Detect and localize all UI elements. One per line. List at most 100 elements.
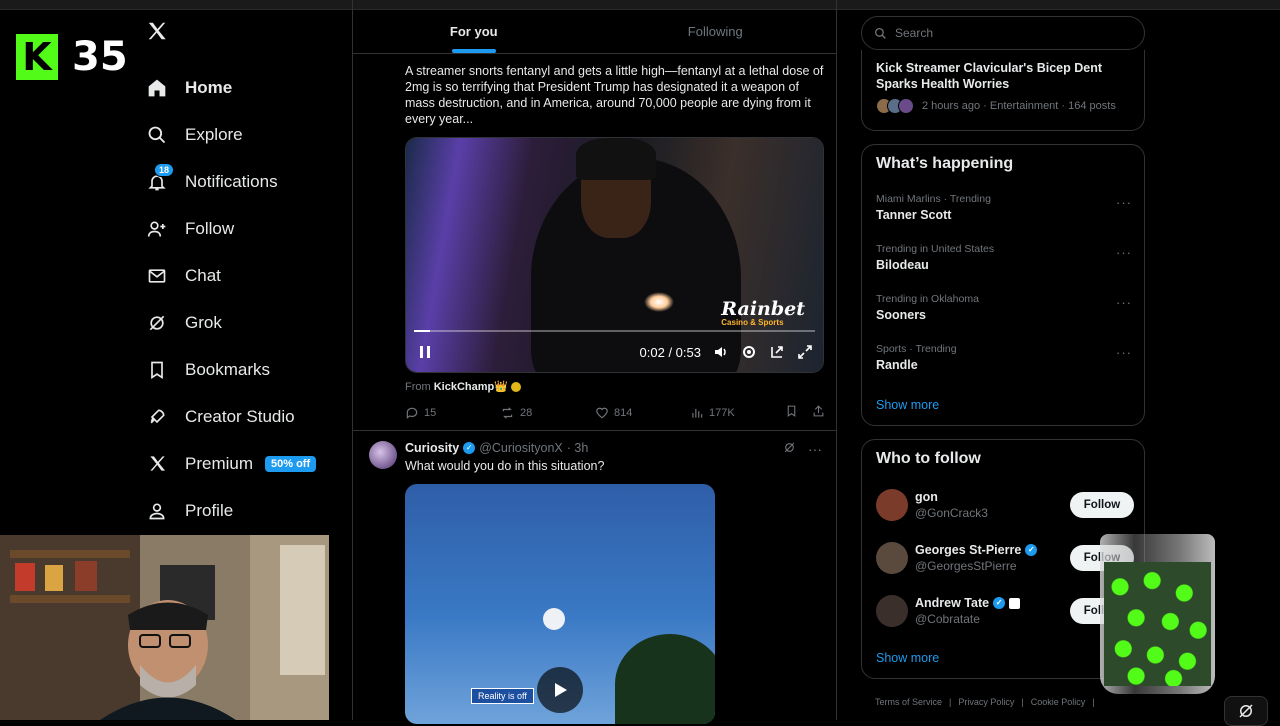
author-handle[interactable]: @CuriosityonX <box>479 441 563 455</box>
video-player[interactable]: Rainbet Casino & Sports 0:02 / 0:53 <box>405 137 824 373</box>
follow-button[interactable]: Follow <box>1070 492 1134 518</box>
nav-item-home[interactable]: Home <box>140 64 340 111</box>
video-subject-beanie <box>576 138 656 180</box>
post-actions: 15 28 814 177K <box>405 404 825 421</box>
nav-label: Home <box>185 77 233 97</box>
share-icon[interactable] <box>812 404 825 421</box>
like-button[interactable]: 814 <box>595 406 690 420</box>
kick-chip-jar-overlay <box>1100 534 1215 694</box>
footer-link-privacy[interactable]: Privacy Policy <box>958 697 1014 707</box>
nav-item-creator-studio[interactable]: Creator Studio <box>140 393 340 440</box>
nav-item-notifications[interactable]: 18 Notifications <box>140 158 340 205</box>
bookmark-icon <box>146 359 168 381</box>
nav-item-grok[interactable]: Grok <box>140 299 340 346</box>
webcam-overlay <box>0 535 329 720</box>
trend-item[interactable]: Miami Marlins · Trending Tanner Scott ··… <box>876 193 1132 222</box>
avatar <box>898 98 914 114</box>
tab-for-you[interactable]: For you <box>353 10 595 53</box>
footer-separator: | <box>1092 697 1095 707</box>
nav-item-chat[interactable]: Chat <box>140 252 340 299</box>
kick-logo: K <box>16 34 58 80</box>
repost-button[interactable]: 28 <box>500 406 595 420</box>
news-title[interactable]: Kick Streamer Clavicular's Bicep Dent Sp… <box>876 60 1126 92</box>
news-avatars <box>876 98 914 114</box>
nav-item-follow[interactable]: Follow <box>140 205 340 252</box>
bookmark-icon[interactable] <box>785 404 798 421</box>
tree <box>615 634 715 724</box>
author-name[interactable]: Curiosity <box>405 441 459 455</box>
kick-follower-count: 35 <box>72 34 128 80</box>
search-input[interactable] <box>895 26 1125 40</box>
user-name: gon <box>915 490 938 504</box>
rocket-icon <box>146 406 168 428</box>
follow-suggestion-info: Georges St-Pierre ✓ @GeorgesStPierre <box>915 543 1038 573</box>
trend-item[interactable]: Sports · Trending Randle ··· <box>876 343 1132 372</box>
views-button[interactable]: 177K <box>690 406 785 420</box>
more-icon[interactable]: ··· <box>808 441 822 457</box>
search-box[interactable] <box>861 16 1145 50</box>
settings-gear-icon[interactable] <box>741 344 757 360</box>
footer-link-cookie[interactable]: Cookie Policy <box>1031 697 1086 707</box>
footer-separator: | <box>1021 697 1024 707</box>
follow-suggestion-info: Andrew Tate ✓ @Cobratate <box>915 596 1021 626</box>
avatar[interactable] <box>876 595 908 627</box>
post-header: Curiosity ✓ @CuriosityonX · 3h <box>405 441 588 455</box>
grok-icon[interactable] <box>783 441 796 457</box>
feed-tabs: For you Following <box>353 10 836 54</box>
avatar[interactable] <box>876 542 908 574</box>
gold-badge-icon <box>511 382 522 393</box>
video-controls: 0:02 / 0:53 <box>406 332 823 372</box>
more-icon[interactable]: ··· <box>1116 295 1132 310</box>
video-time: 0:02 / 0:53 <box>639 344 701 360</box>
more-icon[interactable]: ··· <box>1116 245 1132 260</box>
video-watermark: Rainbet Casino & Sports <box>721 298 805 327</box>
footer-links: Terms of Service | Privacy Policy | Cookie P… <box>875 697 1102 707</box>
trend-context: Sports · Trending <box>876 343 957 355</box>
trend-context: Trending in Oklahoma <box>876 293 979 305</box>
follow-suggestion-name: Andrew Tate ✓ <box>915 596 1021 610</box>
nav-label: Explore <box>185 124 243 144</box>
from-name[interactable]: KickChamp👑 <box>434 381 508 393</box>
search-icon <box>146 124 168 146</box>
post-time[interactable]: · 3h <box>567 441 589 455</box>
fullscreen-icon[interactable] <box>797 344 813 360</box>
show-more-link[interactable]: Show more <box>876 651 939 665</box>
follow-suggestion[interactable]: gon @GonCrack3 Follow <box>876 485 1134 525</box>
pause-icon[interactable] <box>418 345 432 359</box>
show-more-link[interactable]: Show more <box>876 398 939 412</box>
mail-icon <box>146 265 168 287</box>
post-header-icons: ··· <box>783 441 822 457</box>
avatar[interactable] <box>876 489 908 521</box>
trend-item[interactable]: Trending in United States Bilodeau ··· <box>876 243 1132 272</box>
nav-item-explore[interactable]: Explore <box>140 111 340 158</box>
follow-suggestion[interactable]: Georges St-Pierre✓ @GeorgesStPierre Foll… <box>876 538 1134 578</box>
avatar[interactable] <box>369 441 397 469</box>
volume-icon[interactable] <box>713 344 729 360</box>
nav-label: Notifications <box>185 171 278 191</box>
follow-suggestion[interactable]: Andrew Tate✓ @Cobratate Follow <box>876 591 1134 631</box>
nav-item-profile[interactable]: Profile <box>140 487 340 534</box>
kick-overlay: K 35 <box>16 34 128 80</box>
nav-label: Follow <box>185 218 235 238</box>
play-icon[interactable] <box>537 667 583 713</box>
nav-label: Chat <box>185 265 221 285</box>
footer-link-terms[interactable]: Terms of Service <box>875 697 942 707</box>
trend-item[interactable]: Trending in Oklahoma Sooners ··· <box>876 293 1132 322</box>
video-source: From KickChamp👑 <box>405 380 522 393</box>
premium-promo-badge: 50% off <box>265 455 317 472</box>
tab-following[interactable]: Following <box>595 10 837 53</box>
nav-item-bookmarks[interactable]: Bookmarks <box>140 346 340 393</box>
nav-item-premium[interactable]: Premium 50% off <box>140 440 340 487</box>
news-card[interactable]: Kick Streamer Clavicular's Bicep Dent Sp… <box>861 50 1145 131</box>
trend-name: Bilodeau <box>876 258 929 272</box>
reply-button[interactable]: 15 <box>405 406 500 420</box>
grok-floating-button[interactable] <box>1224 696 1268 726</box>
moon <box>543 608 565 630</box>
person-icon <box>146 500 168 522</box>
pip-icon[interactable] <box>769 344 785 360</box>
user-name: Andrew Tate <box>915 596 990 610</box>
x-logo-icon[interactable] <box>140 14 174 48</box>
more-icon[interactable]: ··· <box>1116 345 1132 360</box>
video-player[interactable]: Reality is off <box>405 484 715 724</box>
more-icon[interactable]: ··· <box>1116 195 1132 210</box>
